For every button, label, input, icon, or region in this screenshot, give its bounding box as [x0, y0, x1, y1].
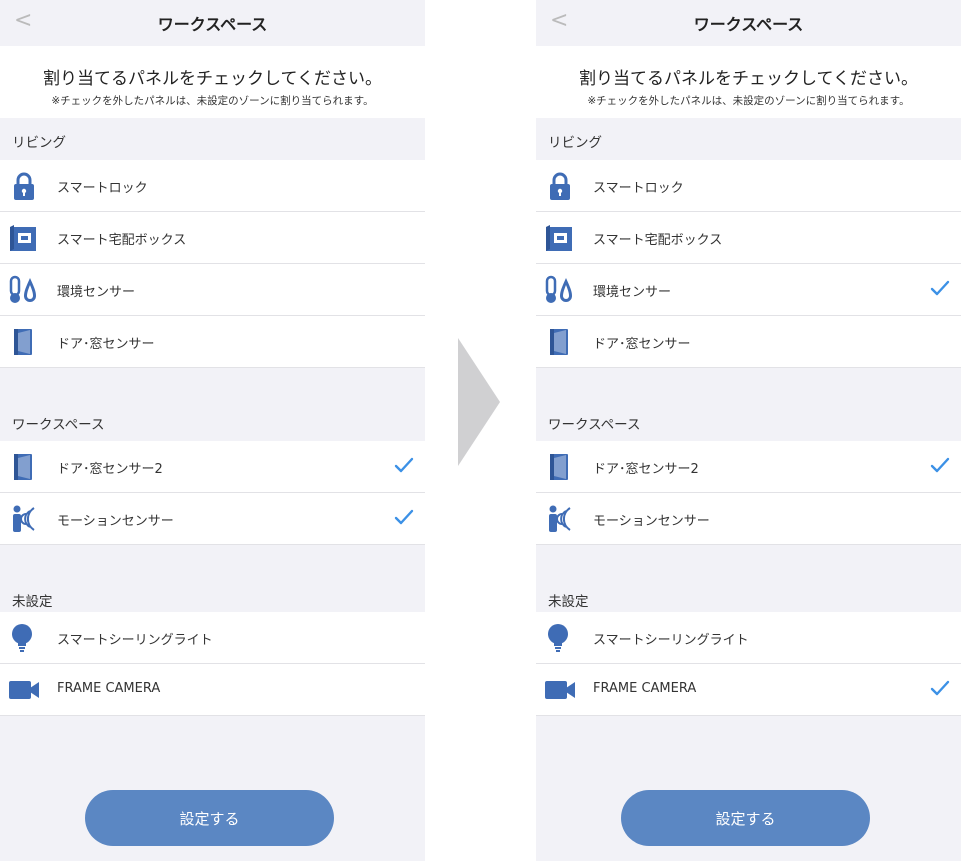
item-label: ドア･窓センサー2 — [57, 462, 163, 477]
section-header-living: リビング — [536, 118, 961, 159]
instruction-text: 割り当てるパネルをチェックしてください。 — [579, 69, 918, 89]
section-header-workspace: ワークスペース — [536, 400, 961, 441]
instruction-note: ※チェックを外したパネルは、未設定のゾーンに割り当てられます。 — [587, 95, 910, 107]
door-sensor-icon — [544, 327, 576, 357]
instruction-text: 割り当てるパネルをチェックしてください。 — [43, 69, 382, 89]
section-label: リビング — [12, 135, 66, 151]
delivery-box-icon — [8, 223, 40, 253]
item-label: スマートシーリングライト — [57, 633, 213, 648]
delivery-box-icon — [544, 223, 576, 253]
item-label: スマートシーリングライト — [593, 633, 749, 648]
section-label: ワークスペース — [12, 417, 105, 433]
section-label: 未設定 — [548, 594, 589, 610]
instruction-note: ※チェックを外したパネルは、未設定のゾーンに割り当てられます。 — [51, 95, 374, 107]
list-item[interactable]: モーションセンサー — [536, 493, 961, 545]
checkmark-icon — [930, 679, 950, 697]
list-item[interactable]: ドア･窓センサー2 — [536, 441, 961, 493]
environment-sensor-icon — [544, 275, 576, 305]
list-item[interactable]: ドア･窓センサー — [0, 316, 425, 368]
page-title: ワークスペース — [157, 15, 268, 34]
item-label: 環境センサー — [57, 285, 136, 300]
item-label: ドア･窓センサー — [593, 337, 691, 352]
list-item[interactable]: スマートシーリングライト — [0, 612, 425, 664]
page-title: ワークスペース — [693, 15, 804, 34]
list-item[interactable]: スマートロック — [536, 160, 961, 212]
list-item[interactable]: 環境センサー — [536, 264, 961, 316]
instruction-panel: 割り当てるパネルをチェックしてください。 ※チェックを外したパネルは、未設定のゾ… — [0, 46, 425, 118]
door-sensor-icon — [8, 327, 40, 357]
screen-after: < ワークスペース 割り当てるパネルをチェックしてください。 ※チェックを外した… — [536, 0, 961, 861]
item-label: FRAME CAMERA — [57, 681, 161, 696]
checkmark-icon — [394, 456, 414, 474]
light-bulb-icon — [544, 623, 576, 653]
section-label: リビング — [548, 135, 602, 151]
door-sensor-icon — [544, 452, 576, 482]
item-label: モーションセンサー — [593, 514, 710, 529]
list-item[interactable]: ドア･窓センサー2 — [0, 441, 425, 493]
environment-sensor-icon — [8, 275, 40, 305]
navigation-bar: < ワークスペース — [0, 0, 425, 46]
list-item[interactable]: スマート宅配ボックス — [0, 212, 425, 264]
motion-sensor-icon — [544, 504, 576, 534]
lock-icon — [544, 171, 576, 201]
arrow-right-icon — [458, 338, 500, 466]
list-item[interactable]: スマートロック — [0, 160, 425, 212]
list-item[interactable]: FRAME CAMERA — [0, 664, 425, 716]
item-label: ドア･窓センサー2 — [593, 462, 699, 477]
motion-sensor-icon — [8, 504, 40, 534]
item-label: ドア･窓センサー — [57, 337, 155, 352]
item-label: 環境センサー — [593, 285, 672, 300]
checkmark-icon — [930, 279, 950, 297]
submit-button[interactable]: 設定する — [621, 790, 870, 846]
item-label: スマートロック — [57, 181, 148, 196]
instruction-panel: 割り当てるパネルをチェックしてください。 ※チェックを外したパネルは、未設定のゾ… — [536, 46, 961, 118]
camera-icon — [8, 675, 40, 705]
list-item[interactable]: スマート宅配ボックス — [536, 212, 961, 264]
navigation-bar: < ワークスペース — [536, 0, 961, 46]
list-item[interactable]: ドア･窓センサー — [536, 316, 961, 368]
lock-icon — [8, 171, 40, 201]
section-header-living: リビング — [0, 118, 425, 159]
section-label: ワークスペース — [548, 417, 641, 433]
list-item[interactable]: FRAME CAMERA — [536, 664, 961, 716]
door-sensor-icon — [8, 452, 40, 482]
checkmark-icon — [394, 508, 414, 526]
section-label: 未設定 — [12, 594, 53, 610]
item-label: スマート宅配ボックス — [593, 233, 723, 248]
item-label: スマート宅配ボックス — [57, 233, 187, 248]
light-bulb-icon — [8, 623, 40, 653]
checkmark-icon — [930, 456, 950, 474]
list-item[interactable]: スマートシーリングライト — [536, 612, 961, 664]
list-item[interactable]: モーションセンサー — [0, 493, 425, 545]
list-item[interactable]: 環境センサー — [0, 264, 425, 316]
submit-button[interactable]: 設定する — [85, 790, 334, 846]
item-label: FRAME CAMERA — [593, 681, 697, 696]
item-label: スマートロック — [593, 181, 684, 196]
item-label: モーションセンサー — [57, 514, 174, 529]
camera-icon — [544, 675, 576, 705]
screen-before: < ワークスペース 割り当てるパネルをチェックしてください。 ※チェックを外した… — [0, 0, 425, 861]
section-header-workspace: ワークスペース — [0, 400, 425, 441]
